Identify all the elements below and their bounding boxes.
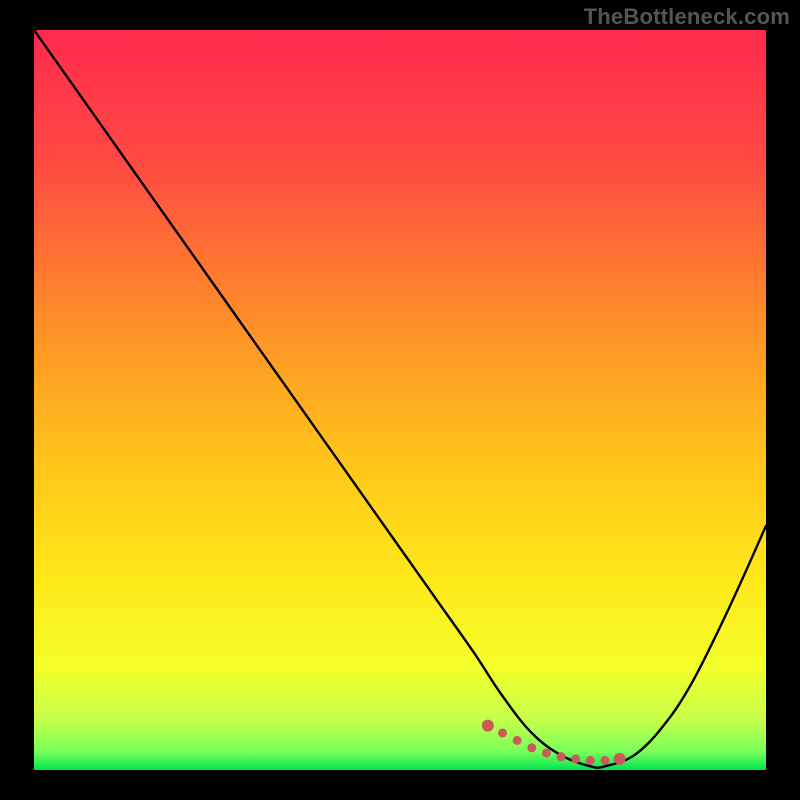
bottleneck-curve [34,30,766,770]
chart-container: TheBottleneck.com [0,0,800,800]
watermark-text: TheBottleneck.com [584,4,790,30]
plot-area [34,30,766,770]
